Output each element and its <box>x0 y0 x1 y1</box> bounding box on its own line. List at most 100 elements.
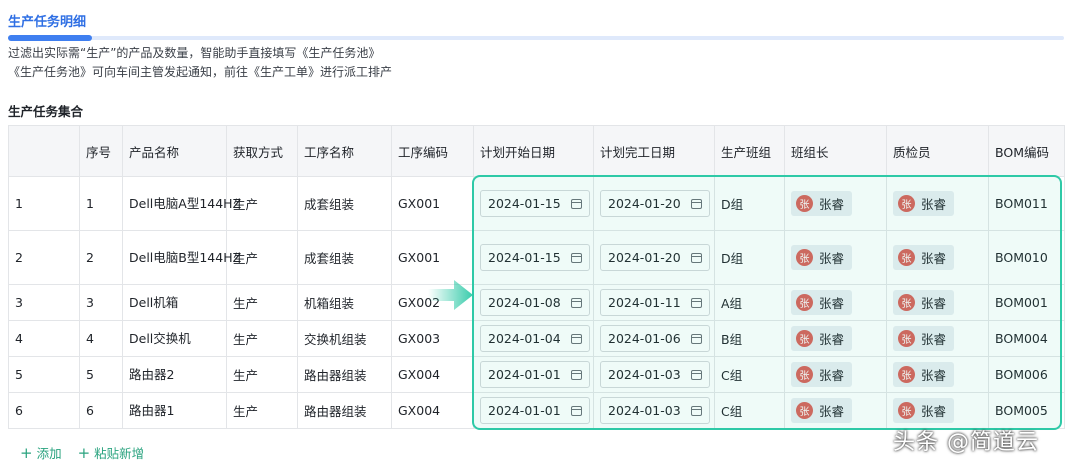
avatar: 张 <box>898 402 915 419</box>
calendar-icon[interactable] <box>571 405 582 416</box>
start-date-input[interactable]: 2024-01-04 <box>480 325 590 352</box>
avatar: 张 <box>898 195 915 212</box>
method-cell: 生产 <box>226 176 298 231</box>
header-leader: 班组长 <box>784 125 887 177</box>
leader-tag[interactable]: 张 张睿 <box>791 362 853 387</box>
calendar-icon[interactable] <box>691 369 702 380</box>
qc-cell: 张 张睿 <box>886 176 989 231</box>
header-row-index <box>8 125 80 177</box>
end-date-cell: 2024-01-03 <box>593 392 715 429</box>
header-process: 工序名称 <box>297 125 392 177</box>
table-row[interactable]: 3 3 Dell机箱 生产 机箱组装 GX002 2024-01-08 2024… <box>8 284 1065 321</box>
calendar-icon[interactable] <box>571 297 582 308</box>
leader-tag[interactable]: 张 张睿 <box>791 398 853 423</box>
process-code-cell: GX003 <box>391 320 474 357</box>
qc-name: 张睿 <box>921 404 947 419</box>
leader-cell: 张 张睿 <box>784 356 887 393</box>
qc-cell: 张 张睿 <box>886 356 989 393</box>
qc-tag[interactable]: 张 张睿 <box>893 191 955 216</box>
method-cell: 生产 <box>226 392 298 429</box>
end-date-input[interactable]: 2024-01-03 <box>600 397 710 424</box>
calendar-icon[interactable] <box>571 369 582 380</box>
calendar-icon[interactable] <box>571 333 582 344</box>
qc-tag[interactable]: 张 张睿 <box>893 245 955 270</box>
process-code-cell: GX004 <box>391 392 474 429</box>
method-cell: 生产 <box>226 230 298 285</box>
calendar-icon[interactable] <box>691 198 702 209</box>
row-index: 3 <box>8 284 80 321</box>
seq-cell: 1 <box>79 176 123 231</box>
product-cell: 路由器2 <box>122 356 227 393</box>
end-date-input[interactable]: 2024-01-03 <box>600 361 710 388</box>
end-date-value: 2024-01-03 <box>608 403 681 418</box>
avatar: 张 <box>898 366 915 383</box>
start-date-cell: 2024-01-08 <box>473 284 594 321</box>
add-button[interactable]: + 添加 <box>20 443 62 462</box>
tab-title[interactable]: 生产任务明细 <box>8 11 86 30</box>
bom-cell: BOM011 <box>988 176 1065 231</box>
calendar-icon[interactable] <box>691 405 702 416</box>
end-date-input[interactable]: 2024-01-20 <box>600 190 710 217</box>
start-date-cell: 2024-01-15 <box>473 176 594 231</box>
plus-icon: + <box>20 444 33 462</box>
end-date-input[interactable]: 2024-01-11 <box>600 289 710 316</box>
calendar-icon[interactable] <box>691 297 702 308</box>
end-date-value: 2024-01-11 <box>608 295 681 310</box>
qc-cell: 张 张睿 <box>886 320 989 357</box>
row-index: 4 <box>8 320 80 357</box>
leader-name: 张睿 <box>819 296 845 311</box>
table-row[interactable]: 4 4 Dell交换机 生产 交换机组装 GX003 2024-01-04 20… <box>8 320 1065 357</box>
end-date-input[interactable]: 2024-01-20 <box>600 244 710 271</box>
qc-cell: 张 张睿 <box>886 284 989 321</box>
process-cell: 路由器组装 <box>297 392 392 429</box>
table-row[interactable]: 5 5 路由器2 生产 路由器组装 GX004 2024-01-01 2024-… <box>8 356 1065 393</box>
qc-tag[interactable]: 张 张睿 <box>893 290 955 315</box>
end-date-value: 2024-01-03 <box>608 367 681 382</box>
team-cell: C组 <box>714 392 785 429</box>
start-date-input[interactable]: 2024-01-01 <box>480 361 590 388</box>
method-cell: 生产 <box>226 284 298 321</box>
header-end-date: 计划完工日期 <box>593 125 715 177</box>
avatar: 张 <box>898 294 915 311</box>
table-row[interactable]: 1 1 Dell电脑A型144HZ 生产 成套组装 GX001 2024-01-… <box>8 176 1065 231</box>
start-date-input[interactable]: 2024-01-01 <box>480 397 590 424</box>
start-date-input[interactable]: 2024-01-08 <box>480 289 590 316</box>
calendar-icon[interactable] <box>691 333 702 344</box>
start-date-input[interactable]: 2024-01-15 <box>480 190 590 217</box>
bom-cell: BOM010 <box>988 230 1065 285</box>
product-cell: Dell电脑B型144HZ <box>122 230 241 285</box>
arrow-right-icon <box>428 280 473 310</box>
start-date-input[interactable]: 2024-01-15 <box>480 244 590 271</box>
leader-name: 张睿 <box>819 251 845 266</box>
product-cell: Dell交换机 <box>122 320 227 357</box>
calendar-icon[interactable] <box>691 252 702 263</box>
qc-name: 张睿 <box>921 368 947 383</box>
team-cell: A组 <box>714 284 785 321</box>
leader-tag[interactable]: 张 张睿 <box>791 191 853 216</box>
calendar-icon[interactable] <box>571 252 582 263</box>
calendar-icon[interactable] <box>571 198 582 209</box>
leader-tag[interactable]: 张 张睿 <box>791 245 853 270</box>
table-row[interactable]: 2 2 Dell电脑B型144HZ 生产 成套组装 GX001 2024-01-… <box>8 230 1065 285</box>
end-date-input[interactable]: 2024-01-06 <box>600 325 710 352</box>
header-method: 获取方式 <box>226 125 298 177</box>
process-code-cell: GX001 <box>391 176 474 231</box>
plus-icon: + <box>77 444 91 462</box>
seq-cell: 5 <box>79 356 123 393</box>
seq-cell: 4 <box>79 320 123 357</box>
product-cell: 路由器1 <box>122 392 227 429</box>
leader-cell: 张 张睿 <box>784 392 887 429</box>
paste-add-button[interactable]: + 粘贴新增 <box>78 443 145 462</box>
watermark: 头条 @简道云 <box>893 430 1039 455</box>
qc-tag[interactable]: 张 张睿 <box>893 326 955 351</box>
qc-tag[interactable]: 张 张睿 <box>893 362 955 387</box>
leader-name: 张睿 <box>819 197 845 212</box>
start-date-value: 2024-01-08 <box>488 295 561 310</box>
bom-cell: BOM006 <box>988 356 1065 393</box>
leader-tag[interactable]: 张 张睿 <box>791 326 853 351</box>
table-header-row: 序号 产品名称 获取方式 工序名称 工序编码 计划开始日期 计划完工日期 生产班… <box>8 125 1065 177</box>
avatar: 张 <box>796 330 813 347</box>
qc-name: 张睿 <box>921 332 947 347</box>
qc-tag[interactable]: 张 张睿 <box>893 398 955 423</box>
leader-tag[interactable]: 张 张睿 <box>791 290 853 315</box>
